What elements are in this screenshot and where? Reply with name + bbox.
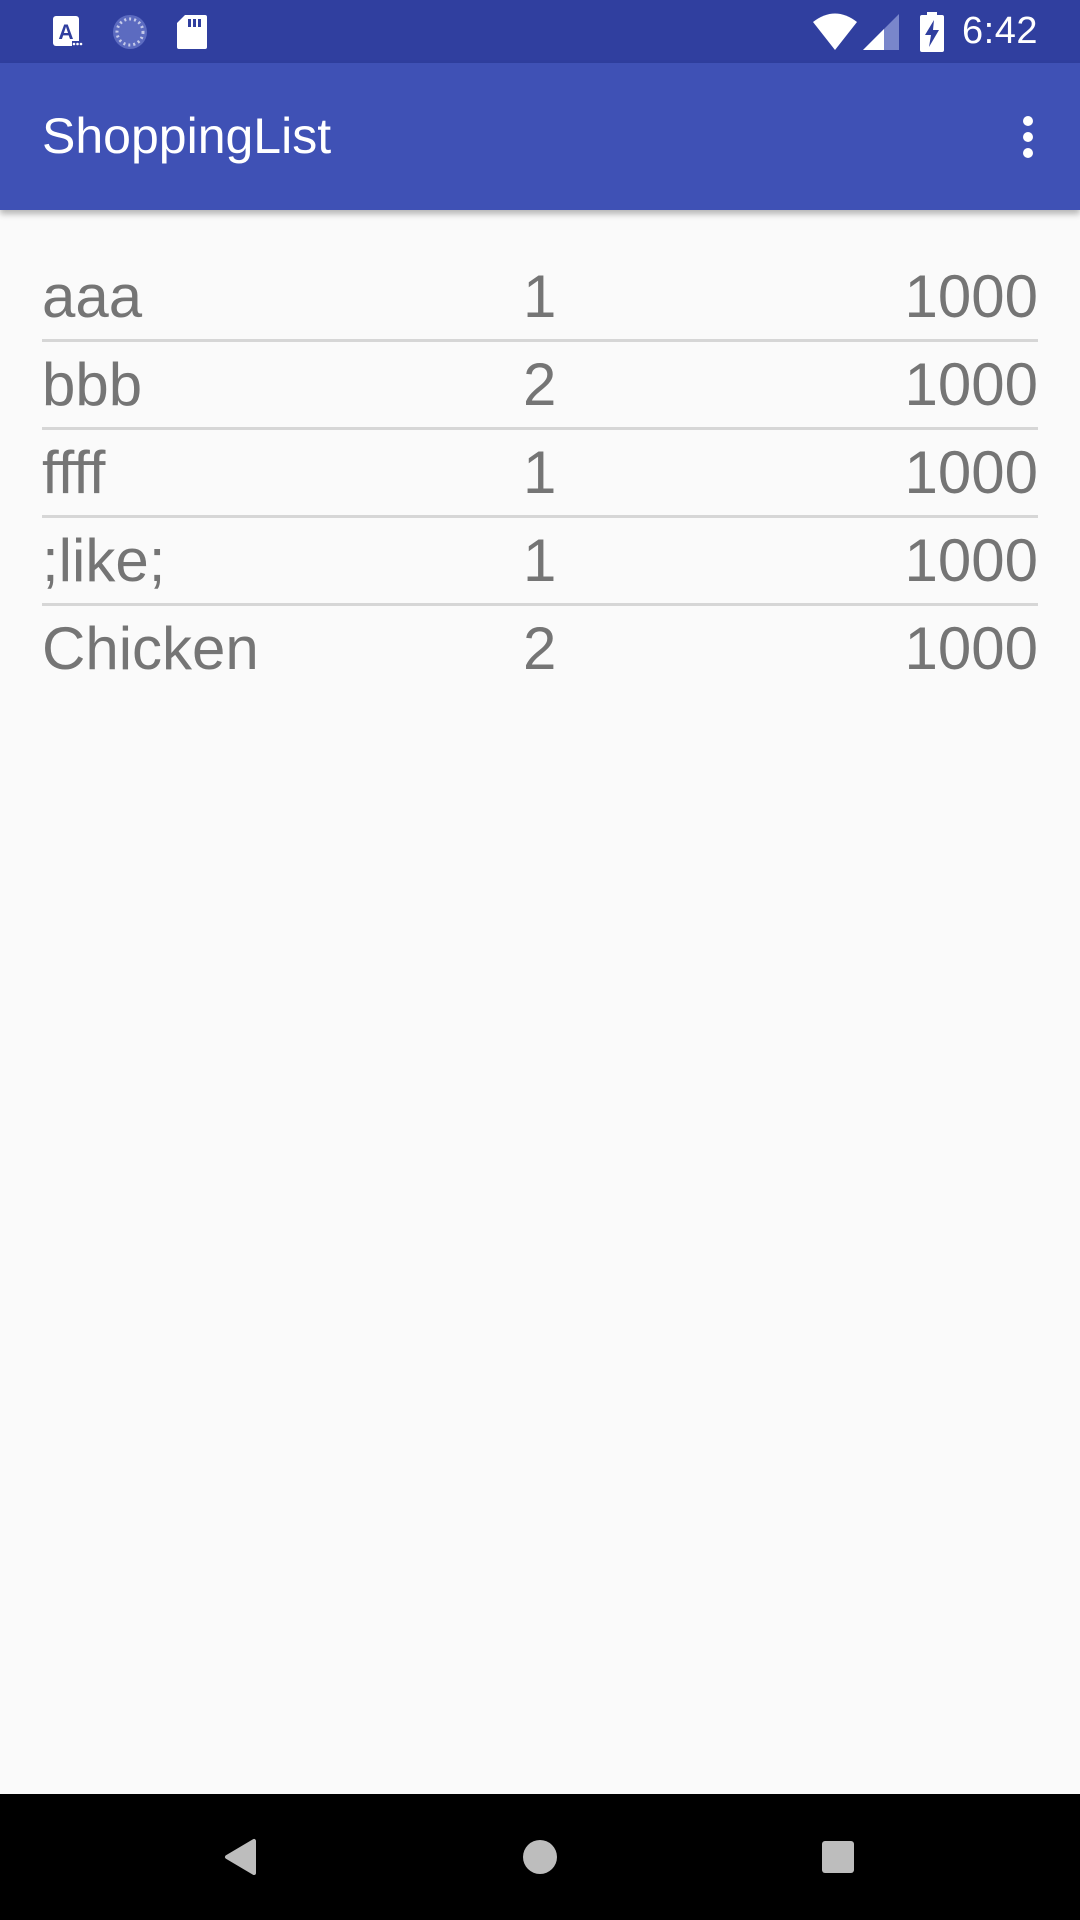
battery-charging-icon [920,11,945,52]
list-item[interactable]: bbb 2 1000 [42,342,1038,430]
status-time: 6:42 [962,10,1038,52]
recents-icon [821,1840,855,1874]
item-quantity: 1 [523,527,557,594]
recents-button[interactable] [778,1794,898,1920]
app-bar: ShoppingList [0,63,1080,210]
list-item[interactable]: aaa 1 1000 [42,254,1038,342]
item-price: 1000 [904,439,1038,506]
list-item[interactable]: ;like; 1 1000 [42,518,1038,606]
navigation-bar [0,1794,1080,1920]
list-item[interactable]: ffff 1 1000 [42,430,1038,518]
back-button[interactable] [180,1794,300,1920]
svg-text:A: A [58,21,73,44]
sync-spinner-icon [110,12,150,52]
item-name: bbb [42,351,143,418]
more-vert-icon [1022,115,1034,159]
item-name: ;like; [42,527,166,594]
cellular-signal-icon [862,13,900,51]
wifi-icon [812,13,858,51]
list-item[interactable]: Chicken 2 1000 [42,606,1038,694]
item-price: 1000 [904,527,1038,594]
item-quantity: 1 [523,439,557,506]
item-price: 1000 [904,263,1038,330]
text-a-icon: A [52,15,84,49]
home-icon [522,1839,558,1875]
back-icon [223,1838,257,1876]
item-quantity: 1 [523,263,557,330]
item-price: 1000 [904,615,1038,682]
more-options-button[interactable] [994,103,1062,171]
sd-card-icon [176,14,208,50]
item-quantity: 2 [523,351,557,418]
item-name: aaa [42,263,143,330]
system-icons: 6:42 [812,0,1038,63]
app-title: ShoppingList [42,108,332,164]
shopping-list: aaa 1 1000 bbb 2 1000 ffff 1 1000 ;like;… [42,254,1038,694]
item-price: 1000 [904,351,1038,418]
notification-icons: A [52,12,208,52]
status-bar: A 6:42 [0,0,1080,63]
item-name: ffff [42,439,106,506]
item-quantity: 2 [523,615,557,682]
item-name: Chicken [42,615,259,682]
home-button[interactable] [480,1794,600,1920]
